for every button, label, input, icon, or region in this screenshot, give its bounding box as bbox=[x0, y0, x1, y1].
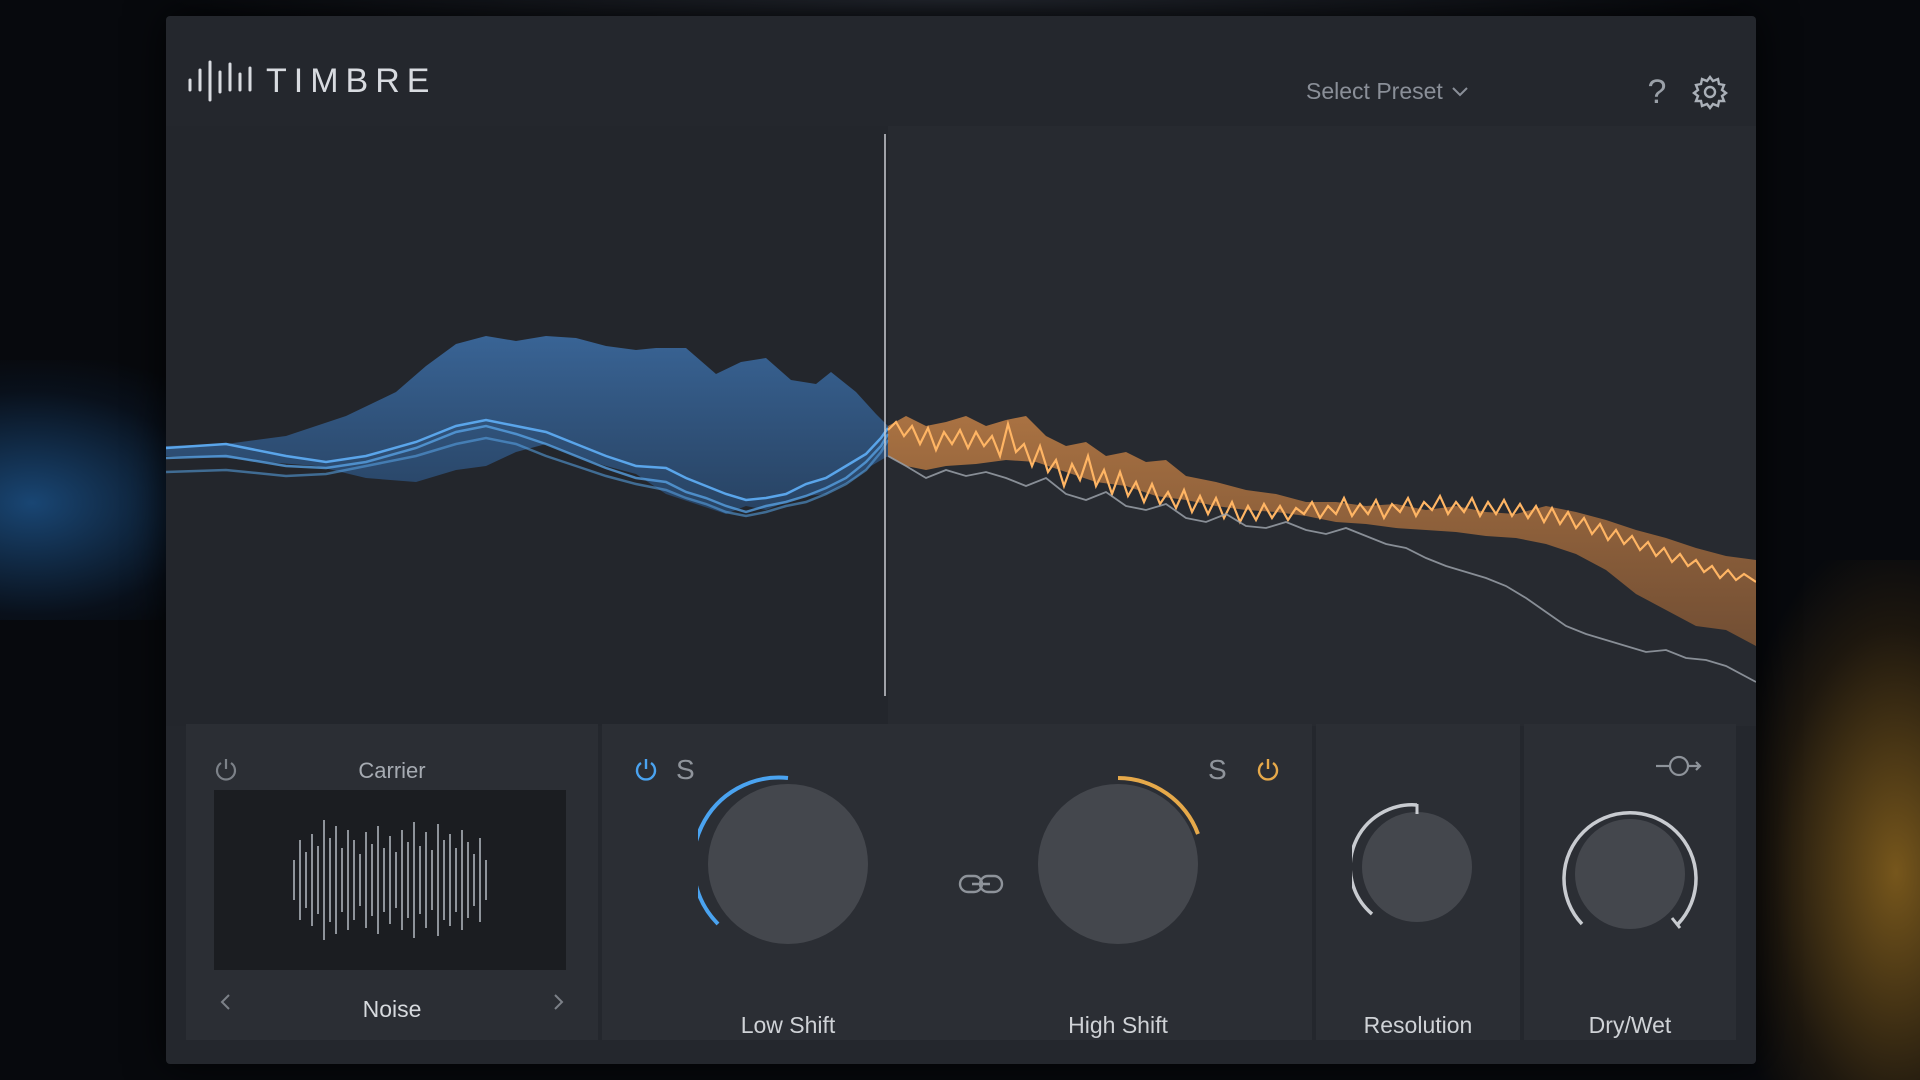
header: TIMBRE Select Preset ? bbox=[166, 16, 1756, 126]
help-button[interactable]: ? bbox=[1642, 72, 1672, 112]
low-power-icon[interactable] bbox=[632, 756, 660, 784]
low-solo-button[interactable]: S bbox=[676, 754, 695, 786]
high-shift-label: High Shift bbox=[1068, 1012, 1168, 1038]
chain-link-icon[interactable] bbox=[958, 870, 1004, 898]
settings-button[interactable] bbox=[1692, 74, 1728, 110]
preset-label: Select Preset bbox=[1306, 78, 1443, 104]
carrier-panel: Carrier Noise bbox=[186, 724, 598, 1040]
app-title: TIMBRE bbox=[266, 61, 437, 100]
timbre-plugin-window: TIMBRE Select Preset ? Carrier Noise S S… bbox=[166, 16, 1756, 1064]
carrier-title: Carrier bbox=[358, 758, 426, 783]
dry-wet-panel: Dry/Wet bbox=[1524, 724, 1736, 1040]
chevron-down-icon bbox=[1452, 86, 1468, 96]
dry-wet-label: Dry/Wet bbox=[1588, 1012, 1672, 1038]
high-solo-button[interactable]: S bbox=[1208, 754, 1227, 786]
shift-panel: S S Low Shift High Shift bbox=[602, 724, 1312, 1040]
preset-selector[interactable]: Select Preset bbox=[1306, 78, 1469, 105]
carrier-waveform-display bbox=[214, 790, 566, 970]
chevron-right-icon[interactable] bbox=[548, 992, 568, 1012]
waveform-icon bbox=[293, 820, 487, 940]
high-power-icon[interactable] bbox=[1254, 756, 1282, 784]
gear-icon bbox=[1692, 75, 1728, 110]
question-mark-icon: ? bbox=[1647, 73, 1667, 111]
equalizer-bars-icon bbox=[188, 60, 252, 102]
resolution-panel: Resolution bbox=[1316, 724, 1520, 1040]
resolution-label: Resolution bbox=[1363, 1012, 1473, 1038]
logo: TIMBRE bbox=[186, 58, 436, 104]
carrier-source-name: Noise bbox=[362, 996, 422, 1022]
phase-sweep-icon[interactable] bbox=[1654, 748, 1704, 784]
spectrum-analyzer[interactable]: 20 50 100 200 500 1k 2k 5k 10k 20k bbox=[166, 126, 1756, 818]
spectrum-graph bbox=[166, 126, 1756, 726]
low-shift-label: Low Shift bbox=[740, 1012, 836, 1038]
